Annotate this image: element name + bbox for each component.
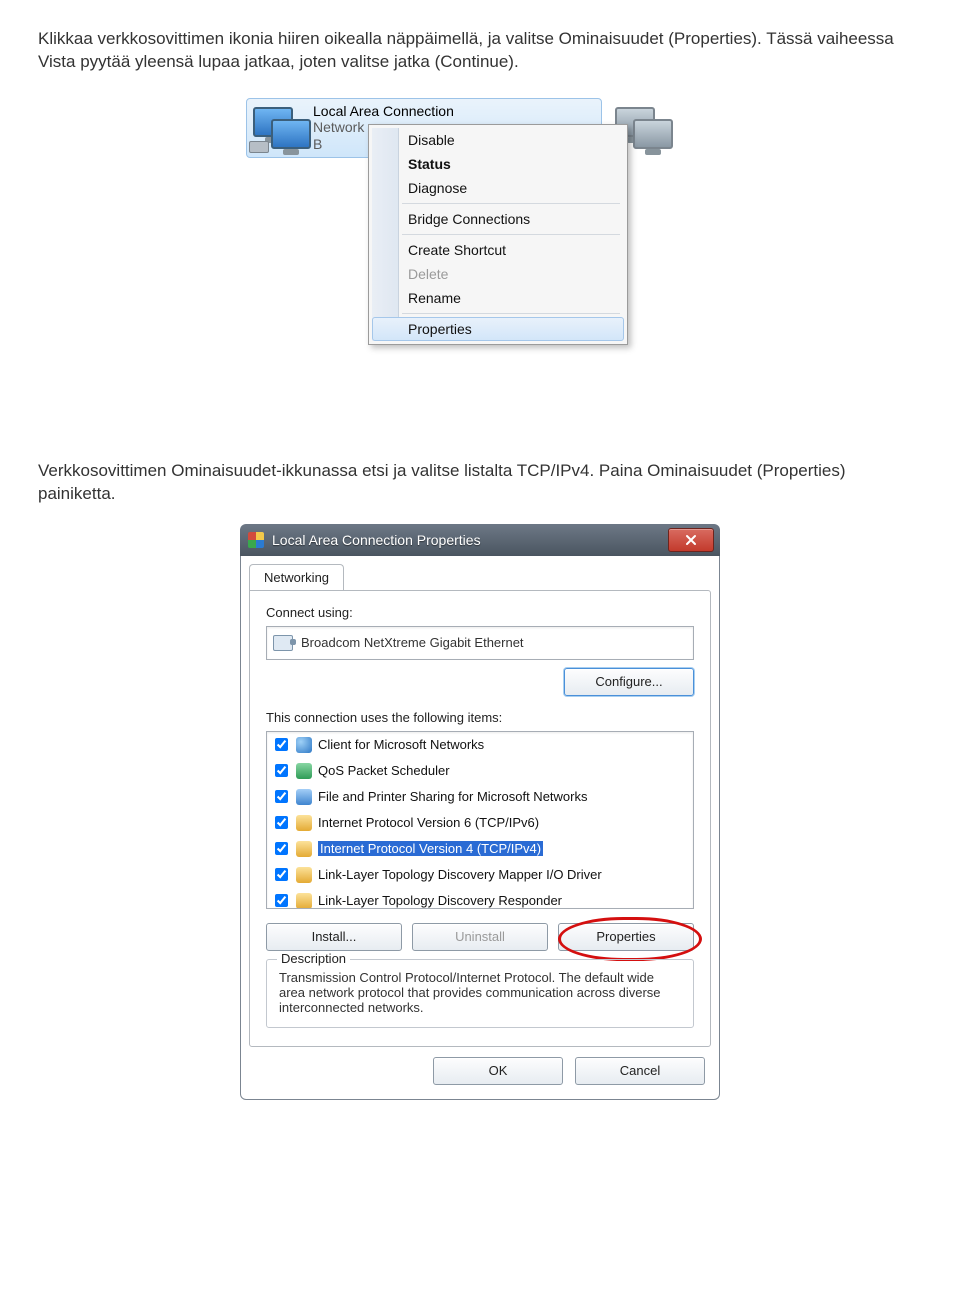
close-icon xyxy=(685,534,697,546)
item-label[interactable]: Internet Protocol Version 4 (TCP/IPv4) xyxy=(318,841,543,856)
list-item: Link-Layer Topology Discovery Responder xyxy=(269,892,691,909)
item-label: File and Printer Sharing for Microsoft N… xyxy=(318,789,587,804)
paragraph-1: Klikkaa verkkosovittimen ikonia hiiren o… xyxy=(38,28,922,74)
item-checkbox[interactable] xyxy=(275,842,288,855)
menu-separator xyxy=(402,313,620,314)
item-label: Link-Layer Topology Discovery Responder xyxy=(318,893,562,908)
button-row: Install... Uninstall Properties xyxy=(266,923,694,951)
list-item: File and Printer Sharing for Microsoft N… xyxy=(269,788,691,806)
list-item: Client for Microsoft Networks xyxy=(269,736,691,754)
dialog-body: Networking Connect using: Broadcom NetXt… xyxy=(240,556,720,1100)
list-item-selected: Internet Protocol Version 4 (TCP/IPv4) xyxy=(269,840,691,858)
menu-properties[interactable]: Properties xyxy=(372,317,624,341)
menu-separator xyxy=(402,203,620,204)
menu-status[interactable]: Status xyxy=(372,152,624,176)
item-checkbox[interactable] xyxy=(275,790,288,803)
item-label: Client for Microsoft Networks xyxy=(318,737,484,752)
menu-separator xyxy=(402,234,620,235)
tab-networking[interactable]: Networking xyxy=(249,564,344,591)
item-checkbox[interactable] xyxy=(275,738,288,751)
menu-disable[interactable]: Disable xyxy=(372,128,624,152)
dialog-bottom-bar: OK Cancel xyxy=(241,1047,719,1099)
paragraph-2: Verkkosovittimen Ominaisuudet-ikkunassa … xyxy=(38,460,922,506)
qos-icon xyxy=(296,763,312,779)
cancel-button[interactable]: Cancel xyxy=(575,1057,705,1085)
list-item: Link-Layer Topology Discovery Mapper I/O… xyxy=(269,866,691,884)
description-label: Description xyxy=(277,951,350,966)
context-menu-figure: Local Area Connection Network B Disable … xyxy=(238,92,678,442)
file-share-icon xyxy=(296,789,312,805)
item-checkbox[interactable] xyxy=(275,816,288,829)
item-checkbox[interactable] xyxy=(275,764,288,777)
description-group: Description Transmission Control Protoco… xyxy=(266,959,694,1028)
item-label: Link-Layer Topology Discovery Mapper I/O… xyxy=(318,867,602,882)
nic-icon xyxy=(273,635,293,651)
install-button[interactable]: Install... xyxy=(266,923,402,951)
configure-button[interactable]: Configure... xyxy=(564,668,694,696)
menu-diagnose[interactable]: Diagnose xyxy=(372,176,624,200)
close-button[interactable] xyxy=(668,528,714,552)
menu-delete: Delete xyxy=(372,262,624,286)
properties-button[interactable]: Properties xyxy=(558,923,694,951)
connect-using-label: Connect using: xyxy=(266,605,694,620)
item-label: Internet Protocol Version 6 (TCP/IPv6) xyxy=(318,815,539,830)
protocol-icon xyxy=(296,841,312,857)
nic-box[interactable]: Broadcom NetXtreme Gigabit Ethernet xyxy=(266,626,694,660)
tab-strip: Networking xyxy=(241,556,719,590)
list-item: QoS Packet Scheduler xyxy=(269,762,691,780)
dialog-titlebar: Local Area Connection Properties xyxy=(240,524,720,556)
items-listbox[interactable]: Client for Microsoft Networks QoS Packet… xyxy=(266,731,694,909)
uninstall-button: Uninstall xyxy=(412,923,548,951)
network-adapter-icon xyxy=(253,107,305,149)
item-checkbox[interactable] xyxy=(275,894,288,907)
description-text: Transmission Control Protocol/Internet P… xyxy=(279,970,681,1015)
item-label: QoS Packet Scheduler xyxy=(318,763,450,778)
shield-icon xyxy=(248,532,264,548)
menu-shortcut[interactable]: Create Shortcut xyxy=(372,238,624,262)
items-label: This connection uses the following items… xyxy=(266,710,694,725)
dialog-title: Local Area Connection Properties xyxy=(272,532,481,548)
menu-rename[interactable]: Rename xyxy=(372,286,624,310)
nic-name: Broadcom NetXtreme Gigabit Ethernet xyxy=(301,635,524,650)
protocol-icon xyxy=(296,867,312,883)
protocol-icon xyxy=(296,893,312,909)
properties-dialog: Local Area Connection Properties Network… xyxy=(240,524,720,1100)
client-icon xyxy=(296,737,312,753)
ok-button[interactable]: OK xyxy=(433,1057,563,1085)
list-item: Internet Protocol Version 6 (TCP/IPv6) xyxy=(269,814,691,832)
adapter-name: Local Area Connection xyxy=(313,103,454,120)
protocol-icon xyxy=(296,815,312,831)
menu-bridge[interactable]: Bridge Connections xyxy=(372,207,624,231)
item-checkbox[interactable] xyxy=(275,868,288,881)
context-menu: Disable Status Diagnose Bridge Connectio… xyxy=(368,124,628,345)
tab-panel: Connect using: Broadcom NetXtreme Gigabi… xyxy=(249,590,711,1047)
